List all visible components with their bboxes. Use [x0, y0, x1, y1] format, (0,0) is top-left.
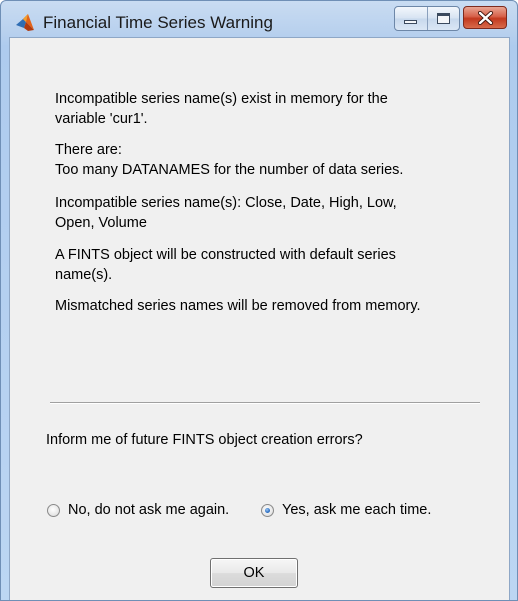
dialog-content: Incompatible series name(s) exist in mem… — [9, 37, 510, 600]
minimize-button[interactable] — [395, 7, 427, 30]
message-line: name(s). — [55, 267, 113, 283]
message-line: There are: — [55, 142, 122, 158]
question-label: Inform me of future FINTS object creatio… — [46, 432, 363, 448]
radio-no-option[interactable]: No, do not ask me again. — [47, 502, 229, 518]
maximize-icon — [436, 13, 450, 24]
ok-button[interactable]: OK — [210, 558, 298, 588]
maximize-button[interactable] — [426, 7, 460, 30]
radio-yes-option[interactable]: Yes, ask me each time. — [261, 502, 431, 518]
radio-no[interactable] — [47, 503, 60, 517]
close-button[interactable] — [463, 6, 507, 29]
radio-yes-label[interactable]: Yes, ask me each time. — [282, 502, 431, 518]
message-paragraph-1: Incompatible series name(s) exist in mem… — [55, 89, 475, 129]
message-paragraph-3: Incompatible series name(s): Close, Date… — [55, 193, 475, 233]
dialog-window: Financial Time Series Warning Incompatib… — [0, 0, 518, 601]
radio-yes[interactable] — [261, 503, 274, 517]
message-line: Open, Volume — [55, 215, 147, 231]
message-line: A FINTS object will be constructed with … — [55, 247, 396, 263]
message-paragraph-4: A FINTS object will be constructed with … — [55, 245, 475, 285]
minimize-icon — [404, 20, 417, 24]
divider — [50, 402, 480, 404]
radio-no-label[interactable]: No, do not ask me again. — [68, 502, 229, 518]
message-paragraph-5: Mismatched series names will be removed … — [55, 296, 475, 316]
message-paragraph-2: There are: Too many DATANAMES for the nu… — [55, 140, 475, 180]
message-line: variable 'cur1'. — [55, 111, 148, 127]
window-controls — [394, 6, 460, 31]
message-line: Incompatible series name(s): Close, Date… — [55, 195, 397, 211]
matlab-icon — [16, 14, 34, 31]
message-line: Mismatched series names will be removed … — [55, 298, 421, 314]
message-line: Incompatible series name(s) exist in mem… — [55, 91, 388, 107]
window-title: Financial Time Series Warning — [43, 13, 273, 32]
close-icon — [478, 11, 493, 25]
message-line: Too many DATANAMES for the number of dat… — [55, 162, 404, 178]
